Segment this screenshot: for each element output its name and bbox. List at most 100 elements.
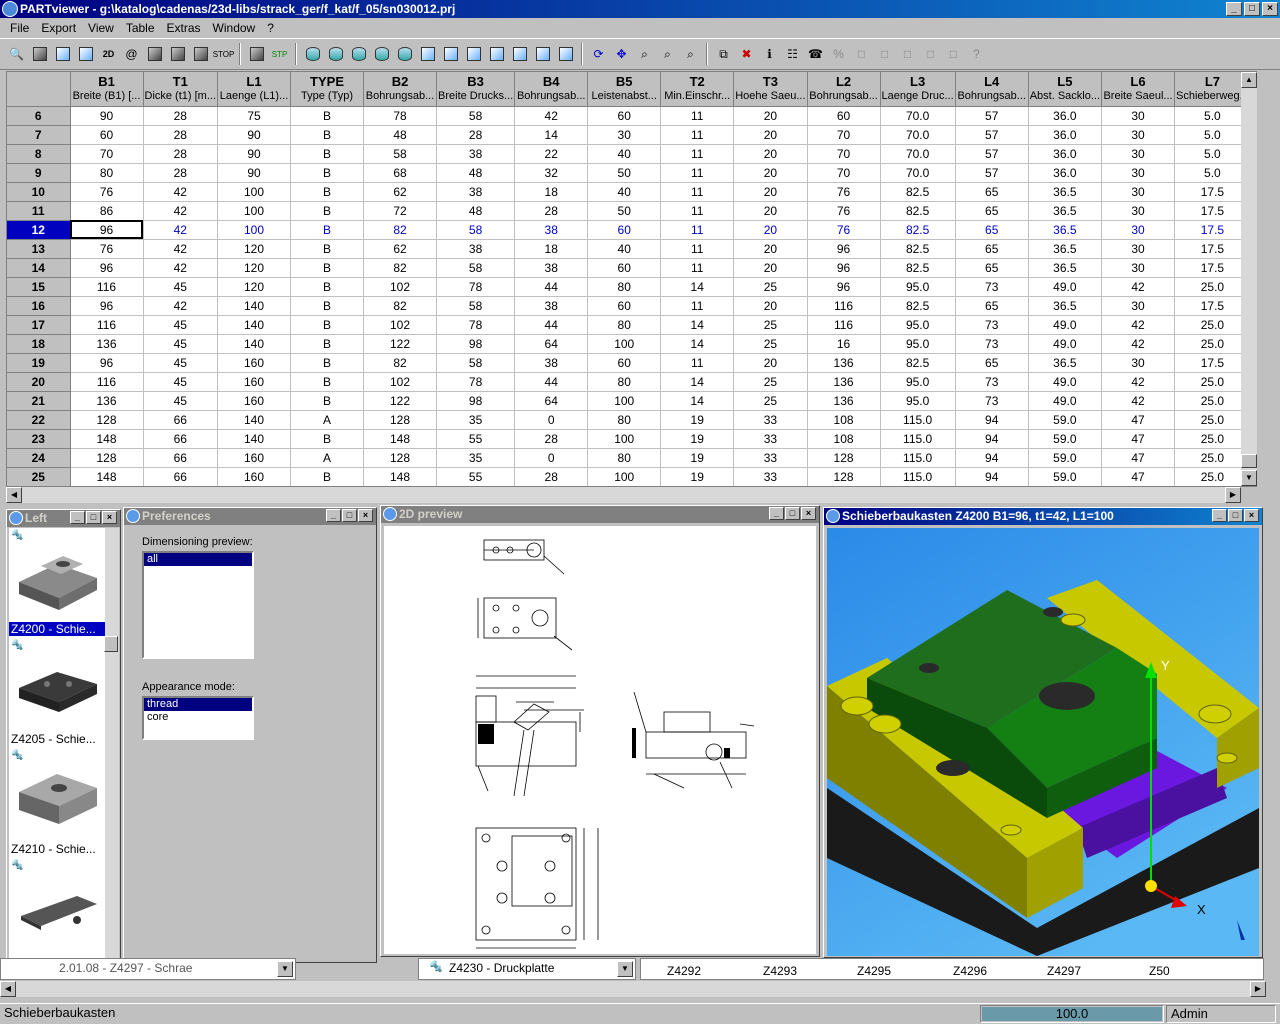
table-cell[interactable]: 148: [363, 467, 438, 486]
table-row[interactable]: 20 116 45 160 B 102 78 44 80 14 25 136 95.0 73 49.0 42 2…: [7, 372, 1251, 392]
table-cell[interactable]: 128: [807, 448, 881, 468]
listbox-option[interactable]: all: [144, 553, 252, 566]
table-vertical-scrollbar[interactable]: ▲ ▼: [1241, 72, 1257, 486]
table-cell[interactable]: 19: [660, 410, 735, 430]
table-cell[interactable]: 25: [733, 334, 808, 354]
table-cell[interactable]: 36.0: [1028, 163, 1103, 183]
zoom-window-icon[interactable]: ⌕: [680, 44, 701, 65]
calc-icon[interactable]: [190, 44, 211, 65]
column-header-l2[interactable]: L2 Bohrungsab...: [807, 72, 881, 107]
export-icon[interactable]: [144, 44, 165, 65]
table-cell[interactable]: 82.5: [880, 258, 956, 278]
scroll-right-arrow[interactable]: ▶: [1225, 487, 1241, 503]
table-cell[interactable]: 95.0: [880, 391, 956, 411]
view-cube-icon-1[interactable]: [417, 44, 438, 65]
table-cell[interactable]: 136: [807, 353, 881, 373]
table-cell[interactable]: 96: [70, 296, 144, 316]
table-cell[interactable]: 19: [660, 467, 735, 486]
table-cell[interactable]: 11: [660, 144, 735, 164]
table-cell[interactable]: 95.0: [880, 372, 956, 392]
related-parts-list-1[interactable]: 2.01.08 - Z4297 - Schrae ▼: [0, 958, 296, 980]
column-header-l3[interactable]: L3 Laenge Druc...: [880, 72, 956, 107]
part-code[interactable]: Z4296: [953, 964, 987, 978]
cylinder-icon-1[interactable]: [302, 44, 323, 65]
table-cell[interactable]: 47: [1101, 467, 1176, 486]
column-header-b4[interactable]: B4 Bohrungsab...: [514, 72, 589, 107]
table-cell[interactable]: 28: [143, 125, 219, 145]
table-row[interactable]: 24 128 66 160 A 128 35 0 80 19 33 128 115.0 94 59.0 47 2…: [7, 448, 1251, 468]
table-cell[interactable]: 57: [955, 163, 1029, 183]
table-cell[interactable]: 90: [217, 125, 292, 145]
table-cell[interactable]: 25.0: [1174, 277, 1251, 297]
listbox-option[interactable]: thread: [144, 698, 252, 711]
table-cell[interactable]: 11: [660, 220, 735, 240]
table-cell[interactable]: 95.0: [880, 277, 956, 297]
column-header-b2[interactable]: B2 Bohrungsab...: [363, 72, 438, 107]
table-cell[interactable]: 60: [70, 125, 144, 145]
table-cell[interactable]: 57: [955, 106, 1029, 126]
table-cell[interactable]: 96: [807, 239, 881, 259]
table-cell[interactable]: 66: [143, 410, 219, 430]
table-cell[interactable]: 45: [143, 277, 219, 297]
table-row[interactable]: 21 136 45 160 B 122 98 64 100 14 25 136 95.0 73 49.0 42…: [7, 391, 1251, 411]
grid-icon[interactable]: [75, 44, 96, 65]
table-cell[interactable]: 64: [514, 391, 589, 411]
table-row[interactable]: 22 128 66 140 A 128 35 0 80 19 33 108 115.0 94 59.0 47 2…: [7, 410, 1251, 430]
table-cell[interactable]: 36.5: [1028, 201, 1103, 221]
menu-export[interactable]: Export: [35, 21, 82, 35]
row-header[interactable]: 24: [7, 448, 71, 468]
table-cell[interactable]: 33: [733, 467, 808, 486]
table-cell[interactable]: 65: [955, 258, 1029, 278]
table-row[interactable]: 11 86 42 100 B 72 48 28 50 11 20 76 82.5 65 36.5 30 17.5: [7, 201, 1251, 221]
table-cell[interactable]: 42: [1101, 334, 1176, 354]
table-cell[interactable]: 18: [514, 182, 589, 202]
maximize-button[interactable]: □: [1228, 509, 1243, 522]
table-cell[interactable]: 47: [1101, 410, 1176, 430]
table-cell[interactable]: 96: [807, 277, 881, 297]
table-cell[interactable]: 70.0: [880, 106, 956, 126]
table-cell[interactable]: 25: [733, 315, 808, 335]
table-cell[interactable]: 47: [1101, 448, 1176, 468]
table-cell[interactable]: 17.5: [1174, 258, 1251, 278]
table-cell[interactable]: 20: [733, 144, 808, 164]
table-cell[interactable]: 20: [733, 353, 808, 373]
table-cell[interactable]: 78: [436, 277, 516, 297]
table-cell[interactable]: 100: [217, 220, 292, 240]
table-cell[interactable]: 116: [807, 315, 881, 335]
table-cell[interactable]: 96: [70, 220, 144, 240]
table-cell[interactable]: 22: [514, 144, 589, 164]
table-cell[interactable]: 20: [733, 201, 808, 221]
table-cell[interactable]: 48: [363, 125, 438, 145]
table-view-icon[interactable]: [52, 44, 73, 65]
table-cell[interactable]: B: [290, 315, 365, 335]
table-cell[interactable]: 35: [436, 448, 516, 468]
table-cell[interactable]: 140: [217, 429, 292, 449]
table-cell[interactable]: 95.0: [880, 334, 956, 354]
table-cell[interactable]: 38: [436, 144, 516, 164]
table-cell[interactable]: 25.0: [1174, 391, 1251, 411]
row-header[interactable]: 18: [7, 334, 71, 354]
table-cell[interactable]: 0: [514, 448, 589, 468]
stp-export-icon[interactable]: STP: [269, 44, 290, 65]
table-cell[interactable]: 128: [363, 448, 438, 468]
table-cell[interactable]: 148: [363, 429, 438, 449]
table-cell[interactable]: 78: [363, 106, 438, 126]
table-cell[interactable]: 140: [217, 296, 292, 316]
row-header[interactable]: 22: [7, 410, 71, 430]
table-row[interactable]: 25 148 66 160 B 148 55 28 100 19 33 128 115.0 94 59.0 4…: [7, 467, 1251, 486]
table-row[interactable]: 6 90 28 75 B 78 58 42 60 11 20 60 70.0 57 36.0 30 5.0: [7, 106, 1251, 126]
table-cell[interactable]: 30: [1101, 296, 1176, 316]
disabled-icon-1[interactable]: %: [828, 44, 849, 65]
cylinder-icon-5[interactable]: [394, 44, 415, 65]
table-cell[interactable]: 82.5: [880, 220, 956, 240]
row-header[interactable]: 21: [7, 391, 71, 411]
keyboard-icon[interactable]: [167, 44, 188, 65]
maximize-button[interactable]: □: [1244, 2, 1260, 16]
table-cell[interactable]: 102: [363, 277, 438, 297]
table-cell[interactable]: 136: [807, 391, 881, 411]
table-cell[interactable]: 50: [587, 201, 662, 221]
table-cell[interactable]: 64: [514, 334, 589, 354]
table-row[interactable]: 23 148 66 140 B 148 55 28 100 19 33 108 115.0 94 59.0 4…: [7, 429, 1251, 449]
technical-drawing[interactable]: [384, 526, 816, 954]
table-cell[interactable]: 16: [807, 334, 881, 354]
